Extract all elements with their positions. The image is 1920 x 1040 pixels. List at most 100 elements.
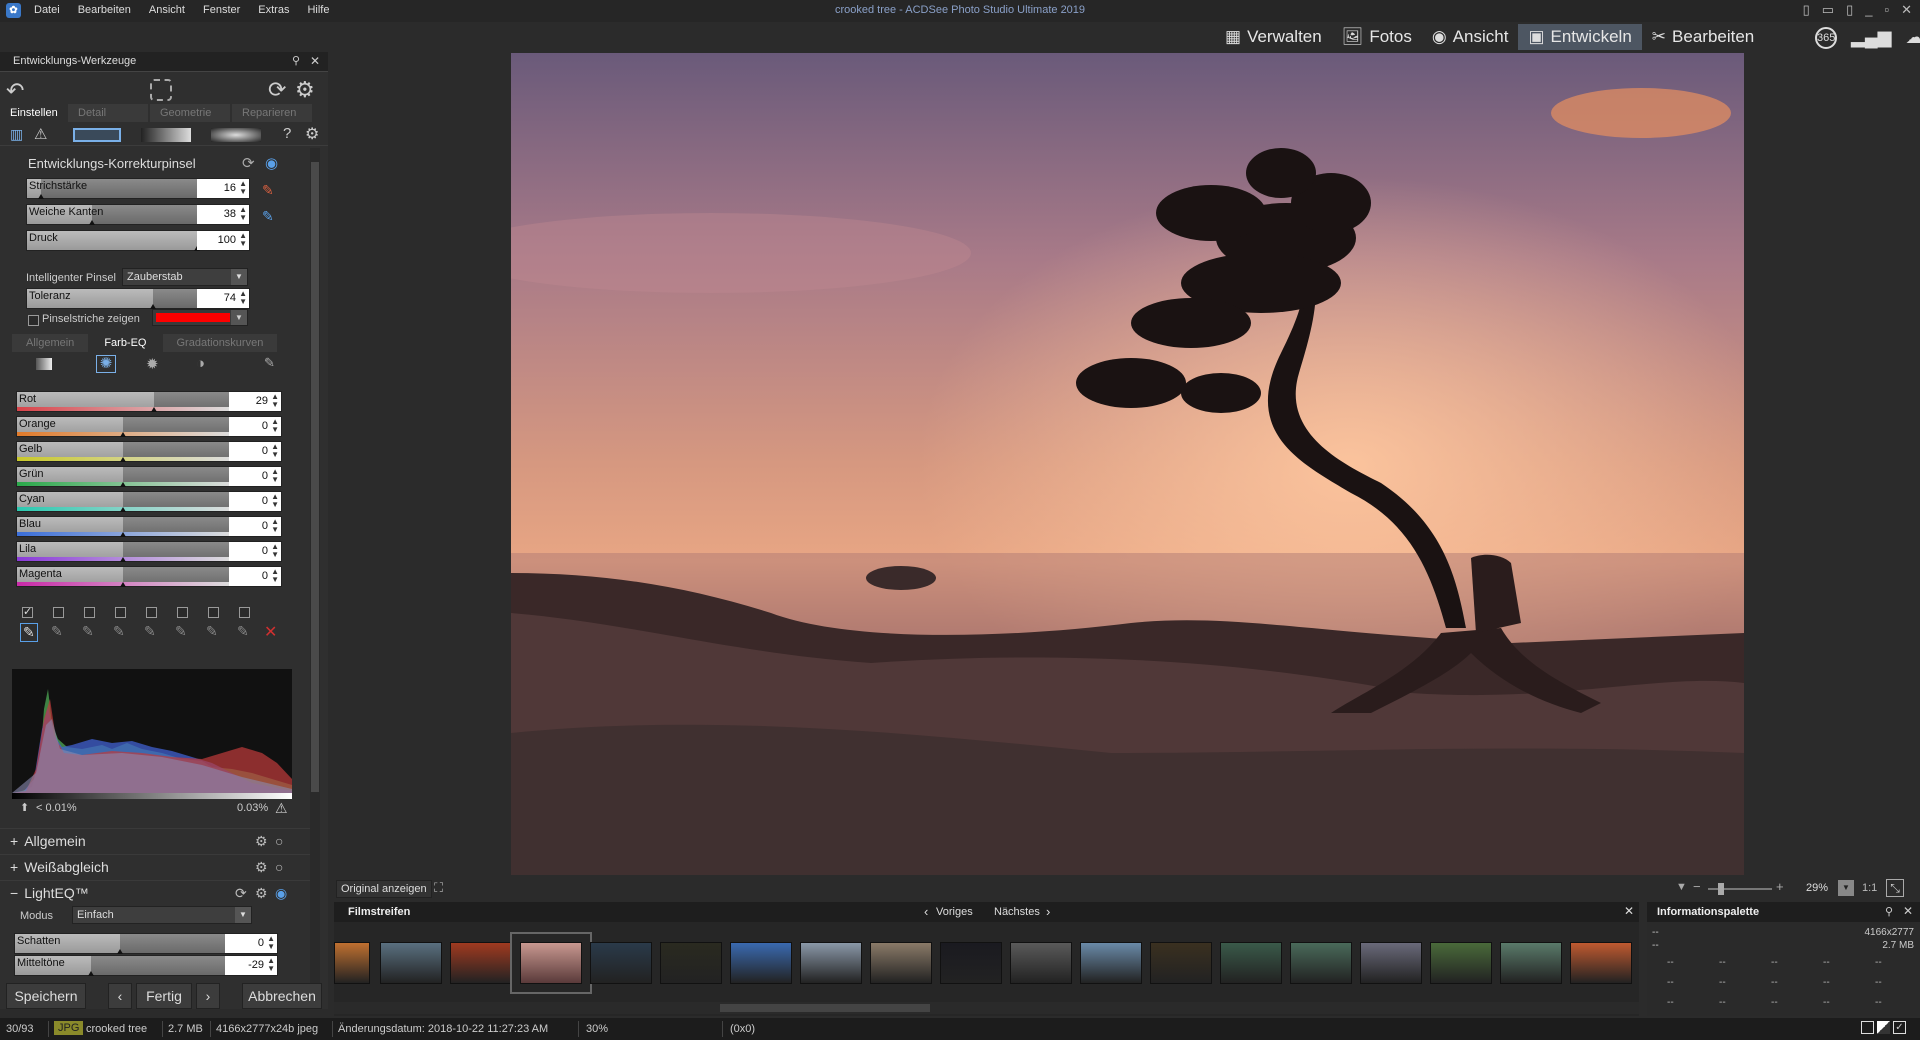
mode-entwickeln-button[interactable]: ▣ Entwickeln	[1518, 24, 1642, 50]
info-pin-icon[interactable]: ⚲	[1885, 905, 1893, 918]
online-icon[interactable]: ☁	[1905, 27, 1920, 49]
slider-blau[interactable]: Blau 0 ▲ ▼	[16, 516, 282, 537]
zoom-slider[interactable]	[1708, 883, 1772, 895]
slider-marker[interactable]	[120, 532, 126, 537]
expand-icon[interactable]: +	[10, 859, 18, 875]
tab-reparieren[interactable]: Reparieren	[232, 104, 312, 122]
slider-gelb[interactable]: Gelb 0 ▲ ▼	[16, 441, 282, 462]
next-chevron-button[interactable]: ›	[196, 983, 220, 1009]
slider-weiche-kanten[interactable]: Weiche Kanten 38 ▲ ▼	[26, 204, 250, 225]
slider-marker[interactable]	[120, 507, 126, 512]
slider-orange[interactable]: Orange 0 ▲ ▼	[16, 416, 282, 437]
filmstrip-thumb[interactable]	[334, 942, 370, 984]
brush-slot-icon[interactable]: ✎	[144, 623, 156, 640]
expand-icon[interactable]: +	[10, 833, 18, 849]
contrast-mode-icon[interactable]: ◑	[196, 355, 205, 372]
filmstrip-thumb[interactable]	[1500, 942, 1562, 984]
spinner-icon[interactable]: ▲ ▼	[271, 393, 279, 409]
filmstrip-thumb[interactable]	[1430, 942, 1492, 984]
brush-slot-checkbox[interactable]	[84, 607, 95, 618]
brush-slot-icon[interactable]: ✎	[237, 623, 249, 640]
maximize-button[interactable]: ▫	[1884, 2, 1889, 18]
slider-lila[interactable]: Lila 0 ▲ ▼	[16, 541, 282, 562]
done-button[interactable]: Fertig	[136, 983, 192, 1009]
lighteq-mode-dropdown[interactable]: Einfach ▼	[72, 906, 252, 924]
slider-marker[interactable]	[87, 971, 94, 976]
section-allgemein[interactable]: + Allgemein ⚙ ○	[0, 828, 310, 852]
slider-marker[interactable]	[117, 949, 123, 954]
brush-target-icon[interactable]	[150, 79, 172, 101]
filmstrip-close-icon[interactable]: ✕	[1624, 904, 1634, 918]
layout-left-icon[interactable]: ▯	[1803, 2, 1810, 18]
toggle-icon[interactable]: ◉	[275, 881, 287, 905]
filmstrip-thumb[interactable]	[510, 932, 592, 994]
slider-marker[interactable]	[120, 457, 126, 462]
section-weißabgleich[interactable]: + Weißabgleich ⚙ ○	[0, 854, 310, 878]
slider-marker[interactable]	[150, 407, 157, 412]
save-button[interactable]: Speichern	[6, 983, 86, 1009]
slider-schatten[interactable]: Schatten 0 ▲ ▼	[14, 933, 278, 954]
settings-gear-icon[interactable]: ⚙	[295, 77, 315, 103]
layout-bottom-icon[interactable]: ▭	[1822, 2, 1834, 18]
spinner-icon[interactable]: ▲ ▼	[239, 206, 247, 222]
subtab-gradationskurven[interactable]: Gradationskurven	[162, 334, 278, 352]
clip-dark-icon[interactable]: ⬆	[20, 801, 29, 814]
spinner-icon[interactable]: ▲ ▼	[267, 957, 275, 973]
spinner-icon[interactable]: ▲ ▼	[271, 468, 279, 484]
tab-geometrie[interactable]: Geometrie	[150, 104, 230, 122]
gear-icon[interactable]: ⚙	[255, 881, 268, 905]
fit-icon[interactable]: ⤡	[1886, 879, 1904, 897]
show-strokes-checkbox[interactable]	[28, 315, 39, 326]
spinner-icon[interactable]: ▲ ▼	[239, 232, 247, 248]
filmstrip-thumb[interactable]	[1220, 942, 1282, 984]
tab-einstellen[interactable]: Einstellen	[0, 104, 66, 122]
zoom-dropdown-icon[interactable]: ▼	[1838, 880, 1854, 896]
reset-icon[interactable]: ⟳	[235, 881, 247, 905]
filmstrip-thumb[interactable]	[730, 942, 792, 984]
view-compare-icon[interactable]	[1877, 1021, 1890, 1034]
brush-slot-icon[interactable]: ✎	[82, 623, 94, 640]
saturation-mode-icon[interactable]: ✺	[96, 355, 116, 373]
prev-icon[interactable]: ‹	[924, 904, 928, 919]
gear-icon[interactable]: ⚙	[255, 829, 268, 853]
view-check-icon[interactable]: ✓	[1893, 1021, 1906, 1034]
brush-slot-icon[interactable]: ✎	[20, 623, 38, 642]
spinner-icon[interactable]: ▲ ▼	[239, 290, 247, 306]
spinner-icon[interactable]: ▲ ▼	[239, 180, 247, 196]
brush-slot-icon[interactable]: ✎	[113, 623, 125, 640]
next-icon[interactable]: ›	[1046, 904, 1050, 919]
main-photo[interactable]	[511, 53, 1744, 875]
histogram-icon[interactable]: ▥	[10, 126, 23, 143]
brush-slot-icon[interactable]: ✎	[206, 623, 218, 640]
undo-icon[interactable]: ↶	[6, 78, 24, 104]
close-button[interactable]: ✕	[1901, 2, 1912, 18]
panel-close-icon[interactable]: ✕	[310, 54, 320, 68]
filmstrip-thumb[interactable]	[1570, 942, 1632, 984]
cancel-button[interactable]: Abbrechen	[242, 983, 322, 1009]
clip-warning-icon[interactable]: ⚠	[275, 800, 288, 817]
spinner-icon[interactable]: ▲ ▼	[271, 443, 279, 459]
help-icon[interactable]: ?	[283, 125, 291, 142]
section-lighteq[interactable]: − LightEQ™ ⟳ ⚙ ◉	[0, 880, 310, 904]
brush-paint-icon[interactable]: ✎	[262, 182, 274, 199]
slider-magenta[interactable]: Magenta 0 ▲ ▼	[16, 566, 282, 587]
toggle-icon[interactable]: ○	[275, 829, 283, 853]
fullscreen-icon[interactable]: ⛶	[434, 880, 443, 896]
subtab-farb-eq[interactable]: Farb-EQ	[90, 334, 161, 352]
filmstrip-thumb[interactable]	[1080, 942, 1142, 984]
gradient-tool-icon[interactable]	[141, 128, 191, 142]
dashboard-icon[interactable]: ▂▄▆	[1851, 27, 1891, 49]
mode-bearbeiten-button[interactable]: ✂ Bearbeiten	[1642, 24, 1764, 50]
reset-icon[interactable]: ⟳	[268, 77, 286, 103]
zoom-menu-icon[interactable]: ▼	[1676, 881, 1687, 893]
filmstrip-thumb[interactable]	[660, 942, 722, 984]
eyedropper-icon[interactable]: ✎	[264, 355, 275, 371]
spinner-icon[interactable]: ▲ ▼	[271, 543, 279, 559]
section-toggle-icon[interactable]: ◉	[265, 154, 278, 172]
brush-slot-icon[interactable]: ✎	[51, 623, 63, 640]
slider-marker[interactable]	[120, 432, 126, 437]
minimize-button[interactable]: _	[1865, 2, 1872, 18]
filmstrip-thumb[interactable]	[450, 942, 512, 984]
smart-brush-dropdown[interactable]: Zauberstab ▼	[122, 268, 248, 286]
hue-mode-icon[interactable]	[36, 358, 52, 370]
